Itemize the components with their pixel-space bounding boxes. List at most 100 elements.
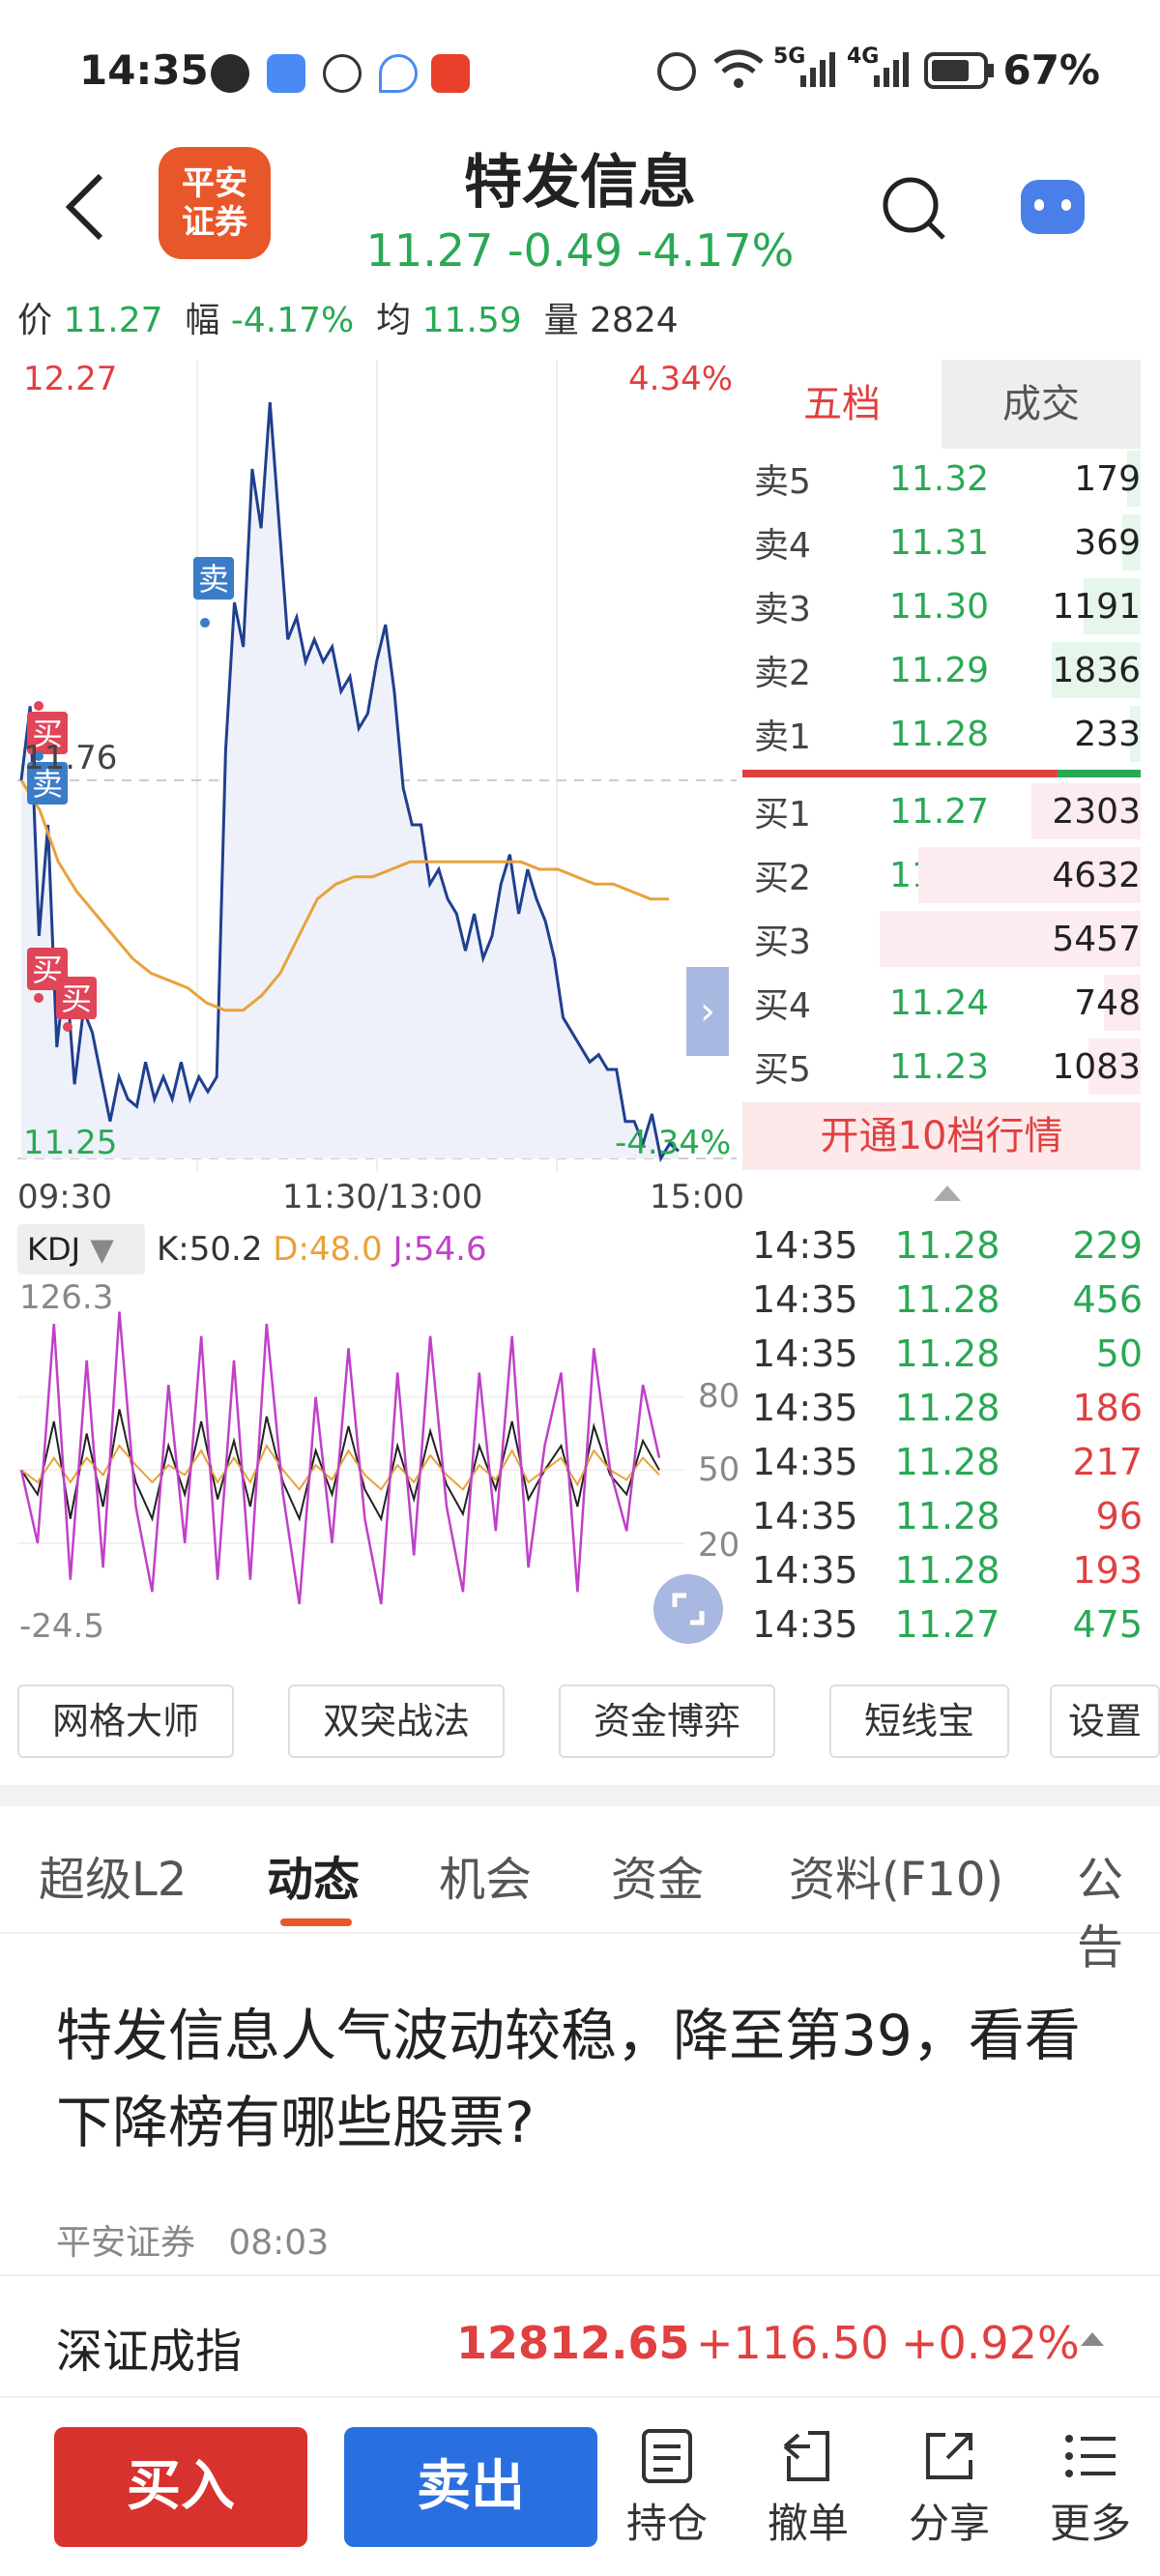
kdj-y-bottom: -24.5 <box>19 1607 104 1646</box>
cancel-order-button[interactable]: 撤单 <box>760 2427 856 2550</box>
share-label: 分享 <box>908 2500 990 2547</box>
y-axis-right-top-label: 4.34% <box>628 360 734 398</box>
ask-price: 11.31 <box>889 522 990 563</box>
capital-game-button[interactable]: 资金博弈 <box>559 1684 775 1758</box>
ask-vol: 233 <box>1074 714 1141 754</box>
svg-text:买: 买 <box>61 981 92 1017</box>
expand-panel-arrow-icon[interactable]: › <box>686 967 729 1056</box>
short-line-button[interactable]: 短线宝 <box>829 1684 1009 1758</box>
x-tick-close: 15:00 <box>650 1178 744 1216</box>
ask-price: 11.30 <box>889 586 990 627</box>
bid-ask-divider-red <box>742 770 1058 777</box>
tab-five-levels[interactable]: 五档 <box>742 360 942 449</box>
tick-vol: 229 <box>1072 1224 1144 1267</box>
kdj-values: K:50.2 D:48.0 J:54.6 <box>157 1230 487 1269</box>
sell-signal-marker[interactable]: 卖 <box>193 557 234 628</box>
index-name: 深证成指 <box>56 2325 243 2379</box>
ask-price: 11.28 <box>889 714 990 754</box>
sell-button[interactable]: 卖出 <box>344 2427 597 2547</box>
indicator-selector[interactable]: KDJ ▼ <box>17 1224 145 1274</box>
hand-icon <box>323 54 362 93</box>
tab-opportunity[interactable]: 机会 <box>439 1841 532 1909</box>
upgrade-l2-button[interactable]: 开通10档行情 <box>742 1102 1141 1170</box>
tick-price: 11.27 <box>894 1603 1000 1646</box>
avg-value: 11.59 <box>421 301 522 340</box>
ask-price: 11.32 <box>889 458 990 499</box>
ask-row[interactable]: 卖4 11.31 369 <box>754 511 1141 574</box>
tick-time: 14:35 <box>752 1278 858 1321</box>
orderbook-tabs: 五档 成交 <box>742 360 1141 449</box>
news-headline[interactable]: 特发信息人气波动较稳，降至第39，看看下降榜有哪些股票? <box>56 1992 1119 2166</box>
shopping-icon <box>431 54 470 93</box>
bid-label: 买5 <box>754 1050 811 1090</box>
ask-row[interactable]: 卖1 11.28 233 <box>754 702 1141 766</box>
share-button[interactable]: 分享 <box>901 2427 998 2550</box>
robot-assistant-icon[interactable] <box>1021 180 1085 234</box>
kdj-tick-50: 50 <box>698 1450 740 1489</box>
ask-row[interactable]: 卖5 11.32 179 <box>754 447 1141 511</box>
avg-label: 均 <box>376 301 412 340</box>
signal-4g-icon <box>874 52 909 87</box>
kdj-y-top: 126.3 <box>19 1278 114 1317</box>
indicator-name: KDJ <box>27 1231 81 1268</box>
tick-row: 14:35 11.28 186 <box>752 1387 1143 1441</box>
volume-label: 量 <box>543 301 579 340</box>
range-label: 幅 <box>185 301 220 340</box>
bid-row[interactable]: 买211.264632 <box>754 843 1141 907</box>
bid-label: 买2 <box>754 859 811 898</box>
grid-master-button[interactable]: 网格大师 <box>17 1684 234 1758</box>
tick-price: 11.28 <box>894 1441 1000 1483</box>
kdj-chart[interactable] <box>17 1274 737 1661</box>
buy-button[interactable]: 买入 <box>54 2427 307 2547</box>
tick-vol: 186 <box>1072 1387 1144 1429</box>
wechat-icon <box>211 54 249 93</box>
tick-vol: 50 <box>1095 1332 1144 1375</box>
double-break-button[interactable]: 双突战法 <box>288 1684 505 1758</box>
content-tabs: 超级L2 动态 机会 资金 资料(F10) 公告 <box>0 1808 1160 1975</box>
bid-label: 买1 <box>754 795 811 834</box>
bid-row[interactable]: 买4 11.24 748 <box>754 971 1141 1035</box>
tick-price: 11.28 <box>894 1224 1000 1267</box>
quote-bar: 价 11.27 幅 -4.17% 均 11.59 量 2824 <box>17 292 679 342</box>
tick-row: 14:35 11.28 193 <box>752 1549 1143 1603</box>
index-ticker[interactable]: 深证成指 12812.65 +116.50 +0.92% <box>0 2274 1160 2398</box>
status-bar: 14:35 5G 4G 67% <box>0 0 1160 135</box>
bid-row[interactable]: 买5 11.23 1083 <box>754 1035 1141 1098</box>
location-icon <box>379 54 418 93</box>
fullscreen-icon[interactable] <box>653 1574 723 1644</box>
more-button[interactable]: 更多 <box>1042 2427 1139 2550</box>
x-tick-mid: 11:30/13:00 <box>282 1178 483 1216</box>
news-meta: 平安证券 08:03 <box>56 2214 329 2265</box>
tab-super-l2[interactable]: 超级L2 <box>39 1841 187 1909</box>
tab-f10[interactable]: 资料(F10) <box>789 1841 1003 1909</box>
bid-row[interactable]: 买1 11.27 2303 <box>754 779 1141 843</box>
tab-announcement[interactable]: 公告 <box>1077 1841 1160 1976</box>
tab-trades[interactable]: 成交 <box>942 360 1141 449</box>
ask-row[interactable]: 卖2 11.29 1836 <box>754 638 1141 702</box>
ask-row[interactable]: 卖3 11.30 1191 <box>754 574 1141 638</box>
signal-5g-icon <box>800 52 835 87</box>
ask-label: 卖3 <box>754 590 811 629</box>
svg-text:卖: 卖 <box>198 561 229 598</box>
status-time: 14:35 <box>79 46 209 94</box>
more-icon <box>1065 2435 1116 2477</box>
page-title: 特发信息 <box>464 149 696 217</box>
battery-icon <box>924 52 994 89</box>
settings-button[interactable]: 设置 <box>1050 1684 1160 1758</box>
collapse-triangle-icon[interactable] <box>934 1186 961 1201</box>
ask-label: 卖4 <box>754 526 811 566</box>
bid-price: 11.27 <box>889 791 990 832</box>
tab-dynamics[interactable]: 动态 <box>267 1841 360 1909</box>
holdings-button[interactable]: 持仓 <box>619 2427 715 2550</box>
tick-vol: 217 <box>1072 1441 1144 1483</box>
tab-capital[interactable]: 资金 <box>611 1841 704 1909</box>
expand-up-icon[interactable] <box>1081 2332 1104 2346</box>
y-axis-bottom-label: 11.25 <box>23 1124 118 1162</box>
bid-label: 买3 <box>754 922 811 962</box>
search-icon[interactable] <box>880 174 947 242</box>
index-percent: +0.92% <box>901 2317 1080 2369</box>
section-divider <box>0 1785 1160 1806</box>
bid-row[interactable]: 买311.255457 <box>754 907 1141 971</box>
share-icon <box>926 2433 972 2479</box>
intraday-chart[interactable]: 买卖卖买买 <box>17 360 737 1172</box>
